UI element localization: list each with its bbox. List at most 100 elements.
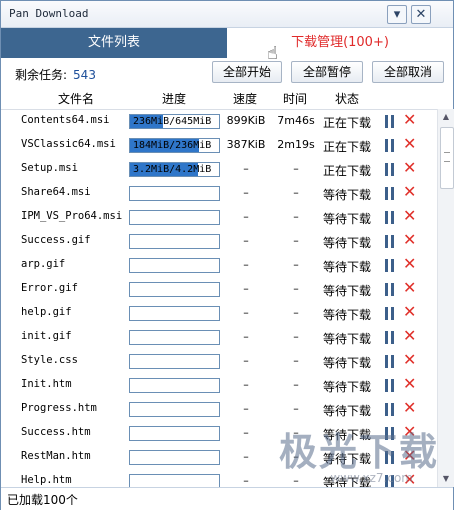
- window-close-icon[interactable]: ✕: [411, 5, 431, 24]
- time-remaining: –: [293, 402, 299, 415]
- scroll-up-arrow-icon[interactable]: ▲: [438, 109, 454, 125]
- remaining-count: 543: [73, 68, 96, 82]
- pause-all-button[interactable]: 全部暂停: [291, 61, 363, 83]
- status: 等待下载: [322, 260, 371, 274]
- speed: –: [243, 426, 249, 439]
- column-progress[interactable]: 进度: [149, 90, 199, 107]
- pause-icon[interactable]: [384, 115, 396, 128]
- pause-icon[interactable]: [384, 307, 396, 320]
- progress-bar: [129, 306, 220, 321]
- table-row[interactable]: Init.htm – – 等待下载 ✕: [1, 373, 436, 397]
- table-row[interactable]: Share64.msi – – 等待下载 ✕: [1, 181, 436, 205]
- time-remaining: –: [293, 210, 299, 223]
- pause-icon[interactable]: [384, 283, 396, 296]
- delete-icon[interactable]: ✕: [403, 135, 416, 153]
- status: 等待下载: [322, 308, 371, 322]
- file-name: VSClassic64.msi: [21, 138, 116, 150]
- progress-bar: 3.2MiB/4.2MiB: [129, 162, 220, 177]
- window-title: Pan Download: [9, 7, 89, 20]
- delete-icon[interactable]: ✕: [403, 159, 416, 177]
- column-status[interactable]: 状态: [323, 90, 371, 107]
- status: 等待下载: [322, 380, 371, 394]
- speed: –: [243, 354, 249, 367]
- progress-bar: [129, 330, 220, 345]
- menu-dropdown-icon[interactable]: ▾: [387, 5, 407, 24]
- progress-bar: [129, 378, 220, 393]
- file-name: Progress.htm: [21, 402, 97, 414]
- table-row[interactable]: arp.gif – – 等待下载 ✕: [1, 253, 436, 277]
- pause-icon[interactable]: [384, 355, 396, 368]
- file-name: Error.gif: [21, 282, 78, 294]
- table-row[interactable]: Progress.htm – – 等待下载 ✕: [1, 397, 436, 421]
- delete-icon[interactable]: ✕: [403, 351, 416, 369]
- toolbar: 剩余任务: 543 全部开始 全部暂停 全部取消: [1, 59, 453, 87]
- delete-icon[interactable]: ✕: [403, 207, 416, 225]
- scroll-thumb[interactable]: [440, 127, 454, 189]
- delete-icon[interactable]: ✕: [403, 399, 416, 417]
- delete-icon[interactable]: ✕: [403, 327, 416, 345]
- delete-icon[interactable]: ✕: [403, 375, 416, 393]
- column-time[interactable]: 时间: [273, 90, 317, 107]
- delete-icon[interactable]: ✕: [403, 255, 416, 273]
- status: 等待下载: [322, 332, 371, 346]
- table-row[interactable]: Setup.msi 3.2MiB/4.2MiB – – 正在下载 ✕: [1, 157, 436, 181]
- start-all-button[interactable]: 全部开始: [212, 61, 282, 83]
- progress-bar: [129, 402, 220, 417]
- cancel-all-button[interactable]: 全部取消: [372, 61, 444, 83]
- tab-download-manager[interactable]: 下载管理(100+): [227, 28, 453, 58]
- progress-bar: [129, 258, 220, 273]
- status: 等待下载: [322, 404, 371, 418]
- time-remaining: –: [293, 282, 299, 295]
- table-header: 文件名 进度 速度 时间 状态: [1, 87, 453, 110]
- time-remaining: –: [293, 258, 299, 271]
- table-row[interactable]: Success.gif – – 等待下载 ✕: [1, 229, 436, 253]
- file-name: IPM_VS_Pro64.msi: [21, 210, 123, 222]
- speed: 387KiB: [226, 138, 266, 151]
- remaining-label: 剩余任务:: [15, 68, 68, 82]
- pause-icon[interactable]: [384, 379, 396, 392]
- status: 等待下载: [322, 236, 371, 250]
- time-remaining: 2m19s: [277, 138, 315, 151]
- progress-bar: [129, 210, 220, 225]
- delete-icon[interactable]: ✕: [403, 183, 416, 201]
- status: 等待下载: [322, 212, 371, 226]
- loaded-count: 已加载100个: [7, 493, 78, 507]
- title-bar[interactable]: Pan Download ▾ ✕: [1, 1, 453, 28]
- table-row[interactable]: init.gif – – 等待下载 ✕: [1, 325, 436, 349]
- status: 等待下载: [322, 356, 371, 370]
- pause-icon[interactable]: [384, 163, 396, 176]
- pause-icon[interactable]: [384, 331, 396, 344]
- pause-icon[interactable]: [384, 235, 396, 248]
- speed: –: [243, 474, 249, 487]
- tab-file-list[interactable]: 文件列表: [1, 28, 227, 58]
- table-row[interactable]: Contents64.msi 236MiB/645MiB 899KiB 7m46s 正在…: [1, 109, 436, 133]
- table-row[interactable]: help.gif – – 等待下载 ✕: [1, 301, 436, 325]
- time-remaining: –: [293, 378, 299, 391]
- pause-icon[interactable]: [384, 139, 396, 152]
- column-name[interactable]: 文件名: [41, 90, 111, 107]
- delete-icon[interactable]: ✕: [403, 111, 416, 129]
- time-remaining: –: [293, 354, 299, 367]
- pause-icon[interactable]: [384, 187, 396, 200]
- file-name: Setup.msi: [21, 162, 78, 174]
- pause-icon[interactable]: [384, 403, 396, 416]
- delete-icon[interactable]: ✕: [403, 303, 416, 321]
- vertical-scrollbar[interactable]: ▲ ▼: [437, 109, 454, 487]
- delete-icon[interactable]: ✕: [403, 279, 416, 297]
- speed: –: [243, 402, 249, 415]
- tab-bar: 文件列表 下载管理(100+): [1, 28, 453, 58]
- scroll-down-arrow-icon[interactable]: ▼: [438, 471, 454, 487]
- progress-bar: [129, 354, 220, 369]
- pause-icon[interactable]: [384, 211, 396, 224]
- table-row[interactable]: Style.css – – 等待下载 ✕: [1, 349, 436, 373]
- table-row[interactable]: IPM_VS_Pro64.msi – – 等待下载 ✕: [1, 205, 436, 229]
- table-row[interactable]: VSClassic64.msi 184MiB/236MiB 387KiB 2m19s 正…: [1, 133, 436, 157]
- column-speed[interactable]: 速度: [223, 90, 267, 107]
- pause-icon[interactable]: [384, 259, 396, 272]
- delete-icon[interactable]: ✕: [403, 231, 416, 249]
- progress-bar: [129, 282, 220, 297]
- file-name: Style.css: [21, 354, 78, 366]
- speed: –: [243, 282, 249, 295]
- status: 正在下载: [322, 116, 371, 130]
- table-row[interactable]: Error.gif – – 等待下载 ✕: [1, 277, 436, 301]
